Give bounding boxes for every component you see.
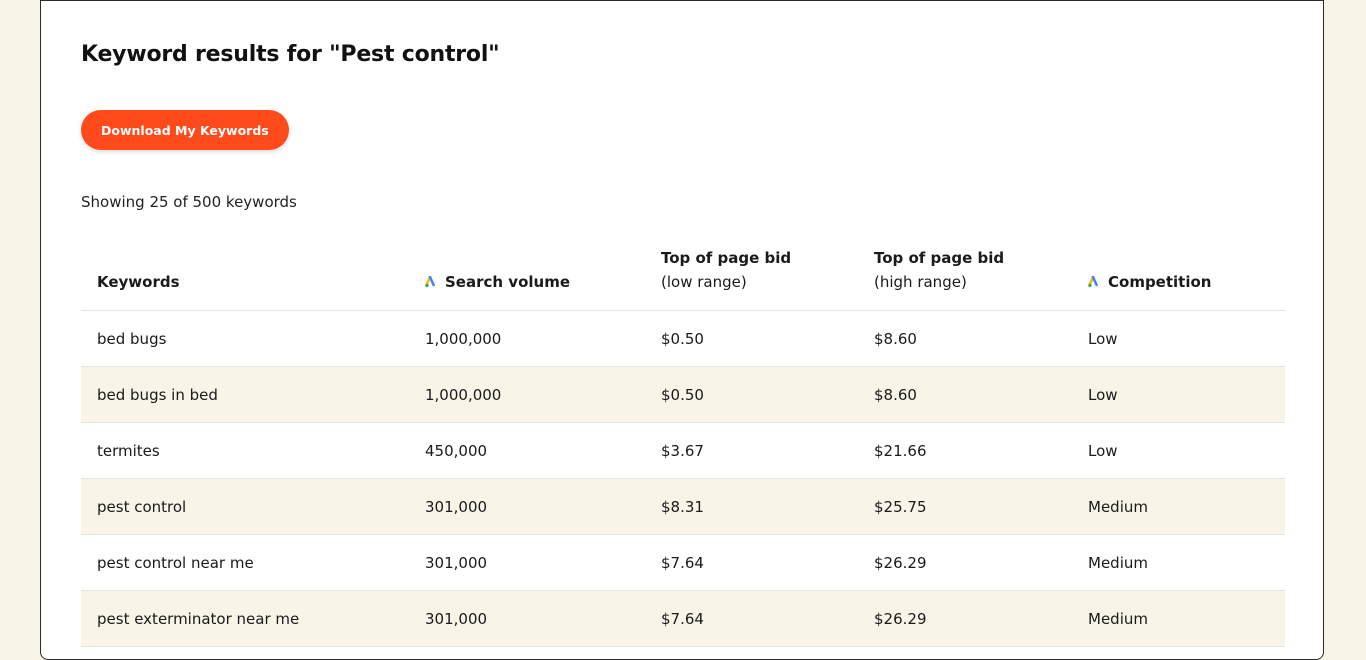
header-search-volume-label: Search volume: [445, 273, 570, 291]
table-row: bed bugs in bed 1,000,000 $0.50 $8.60 Lo…: [81, 366, 1285, 423]
cell-high-bid: $26.29: [858, 534, 1072, 591]
table-row: termites 450,000 $3.67 $21.66 Low: [81, 422, 1285, 479]
page-title: Keyword results for "Pest control": [81, 42, 500, 67]
cell-competition: Medium: [1072, 590, 1285, 647]
table-row: pest control 301,000 $8.31 $25.75 Medium: [81, 478, 1285, 535]
header-low-bid: Top of page bid (low range): [645, 224, 858, 311]
cell-low-bid: $8.31: [645, 478, 858, 535]
header-keywords: Keywords: [81, 224, 409, 311]
cell-keyword: bed bugs: [81, 310, 409, 367]
table-row: pest control near me 301,000 $7.64 $26.2…: [81, 534, 1285, 591]
cell-keyword: pest exterminator near me: [81, 590, 409, 647]
cell-keyword: pest control near me: [81, 534, 409, 591]
results-card: Keyword results for "Pest control" Downl…: [40, 0, 1324, 660]
header-high-bid: Top of page bid (high range): [858, 224, 1072, 311]
cell-high-bid: $26.29: [858, 590, 1072, 647]
google-ads-icon: [425, 276, 435, 288]
cell-high-bid: $25.75: [858, 478, 1072, 535]
cell-high-bid: $8.60: [858, 366, 1072, 423]
cell-keyword: bed bugs in bed: [81, 366, 409, 423]
cell-volume: 301,000: [409, 478, 645, 535]
keyword-table: Keywords Search volume Top of page bid (…: [81, 224, 1285, 647]
cell-volume: 1,000,000: [409, 310, 645, 367]
cell-low-bid: $3.67: [645, 422, 858, 479]
cell-competition: Medium: [1072, 534, 1285, 591]
header-search-volume: Search volume: [409, 224, 645, 311]
cell-competition: Low: [1072, 422, 1285, 479]
cell-volume: 1,000,000: [409, 366, 645, 423]
cell-volume: 301,000: [409, 590, 645, 647]
keyword-table-container: Keywords Search volume Top of page bid (…: [81, 224, 1285, 647]
cell-keyword: termites: [81, 422, 409, 479]
header-competition-label: Competition: [1108, 273, 1212, 291]
google-ads-icon: [1088, 276, 1098, 288]
cell-low-bid: $0.50: [645, 310, 858, 367]
cell-high-bid: $21.66: [858, 422, 1072, 479]
cell-keyword: pest control: [81, 478, 409, 535]
download-keywords-button[interactable]: Download My Keywords: [81, 110, 289, 150]
cell-volume: 450,000: [409, 422, 645, 479]
cell-competition: Low: [1072, 310, 1285, 367]
table-header-row: Keywords Search volume Top of page bid (…: [81, 224, 1285, 311]
header-competition: Competition: [1072, 224, 1285, 311]
table-row: pest exterminator near me 301,000 $7.64 …: [81, 590, 1285, 647]
cell-low-bid: $7.64: [645, 590, 858, 647]
cell-competition: Low: [1072, 366, 1285, 423]
cell-low-bid: $0.50: [645, 366, 858, 423]
cell-competition: Medium: [1072, 478, 1285, 535]
cell-low-bid: $7.64: [645, 534, 858, 591]
cell-volume: 301,000: [409, 534, 645, 591]
cell-high-bid: $8.60: [858, 310, 1072, 367]
results-count: Showing 25 of 500 keywords: [81, 193, 297, 211]
table-row: bed bugs 1,000,000 $0.50 $8.60 Low: [81, 310, 1285, 367]
